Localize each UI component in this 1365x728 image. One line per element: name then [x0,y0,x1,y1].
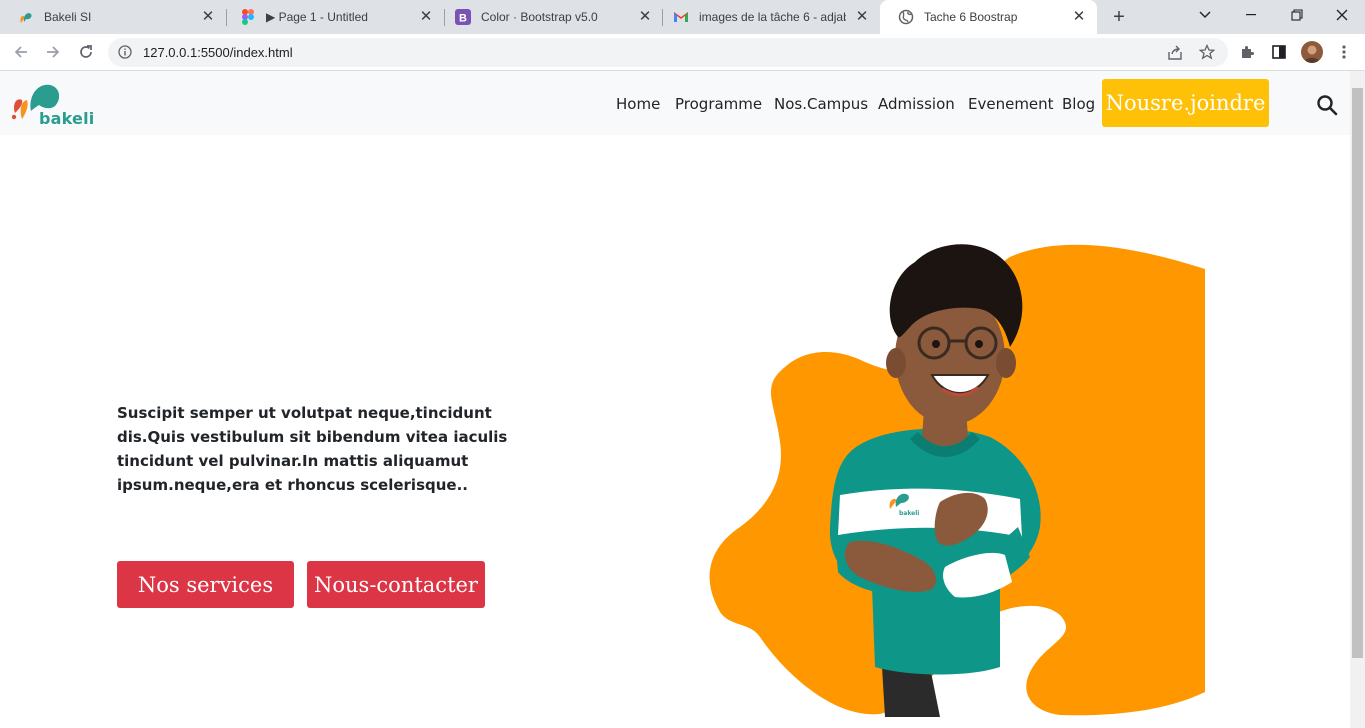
tab-title: Bakeli SI [44,10,92,24]
close-tab-icon[interactable]: ✕ [200,9,216,25]
bakeli-favicon-icon [18,9,34,25]
browser-tab[interactable]: Bakeli SI ✕ [0,0,226,34]
address-bar[interactable]: 127.0.0.1:5500/index.html [108,38,1228,67]
figma-favicon-icon [240,9,256,25]
more-menu-icon[interactable] [1334,42,1354,62]
extensions-puzzle-icon[interactable] [1237,42,1257,62]
logo-wordmark: bakeli [39,109,95,128]
services-button[interactable]: Nos services [117,561,294,608]
nav-admission[interactable]: Admission [878,95,955,113]
forward-arrow-icon[interactable] [43,42,63,62]
side-panel-icon[interactable] [1269,42,1289,62]
site-navbar: bakeli Home Programme Nos.Campus Admissi… [0,71,1350,135]
browser-toolbar: 127.0.0.1:5500/index.html [0,34,1365,71]
close-window-icon[interactable] [1319,0,1365,30]
search-icon[interactable] [1316,94,1338,121]
bookmark-star-icon[interactable] [1198,43,1216,65]
close-tab-icon[interactable]: ✕ [1071,9,1087,25]
browser-tab[interactable]: ▶ Page 1 - Untitled ✕ [222,0,444,34]
gmail-favicon-icon [673,9,689,25]
back-arrow-icon[interactable] [11,42,31,62]
svg-text:B: B [459,13,467,25]
tab-title: Color · Bootstrap v5.0 [481,10,598,24]
close-tab-icon[interactable]: ✕ [637,9,653,25]
nav-home[interactable]: Home [616,95,660,113]
nav-programme[interactable]: Programme [675,95,762,113]
hero-description: Suscipit semper ut volutpat neque,tincid… [117,404,508,494]
page-scrollbar[interactable] [1350,71,1365,728]
scrollbar-thumb[interactable] [1352,88,1363,658]
restore-icon[interactable] [1274,0,1320,30]
close-tab-icon[interactable]: ✕ [418,9,434,25]
bootstrap-favicon-icon: B [455,9,471,25]
close-tab-icon[interactable]: ✕ [854,9,870,25]
browser-tab-strip: Bakeli SI ✕ ▶ Page 1 - Untitled ✕ B Colo… [0,0,1365,34]
browser-tab[interactable]: B Color · Bootstrap v5.0 ✕ [437,0,663,34]
join-us-button[interactable]: Nousre.joindre [1102,79,1269,127]
nav-campus[interactable]: Nos.Campus [774,95,868,113]
nav-evenement[interactable]: Evenement [968,95,1054,113]
tab-title: images de la tâche 6 - adjabi [699,10,846,24]
tab-search-icon[interactable] [1182,0,1228,30]
page-viewport: bakeli Home Programme Nos.Campus Admissi… [0,71,1350,728]
browser-tab[interactable]: images de la tâche 6 - adjabi ✕ [655,0,880,34]
student-illustration: bakeli [700,237,1210,722]
url-text[interactable]: 127.0.0.1:5500/index.html [143,45,293,60]
browser-tab-active[interactable]: Tache 6 Boostrap ✕ [880,0,1097,34]
share-icon[interactable] [1167,45,1183,66]
shirt-logo-text: bakeli [899,510,919,517]
contact-button[interactable]: Nous-contacter [307,561,485,608]
nav-blog[interactable]: Blog [1062,95,1095,113]
profile-avatar[interactable] [1301,41,1323,63]
globe-icon [898,9,914,25]
minimize-icon[interactable] [1228,0,1274,30]
reload-icon[interactable] [76,42,96,62]
site-info-icon[interactable] [118,45,132,64]
new-tab-icon[interactable]: + [1108,7,1130,29]
